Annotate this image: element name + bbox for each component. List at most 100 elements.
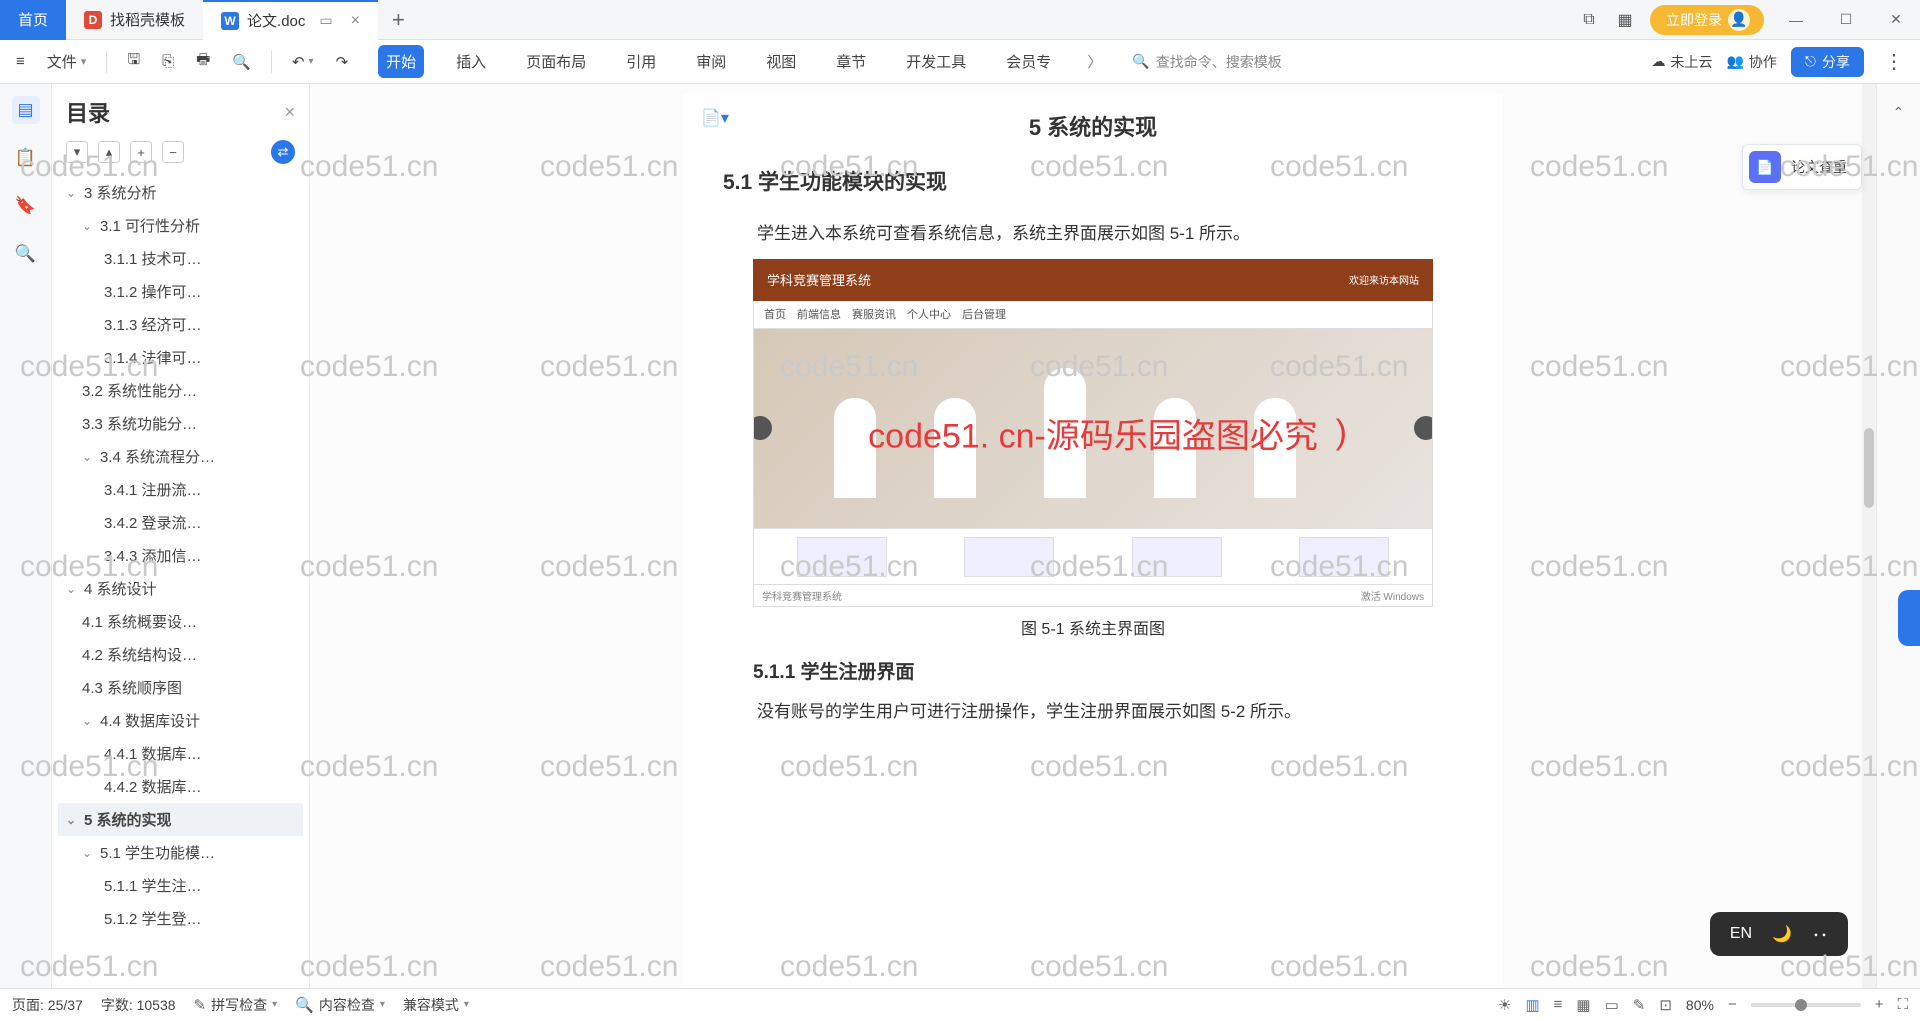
view-page-icon[interactable]: ▥ [1525,996,1539,1014]
outline-item[interactable]: ⌄3.4 系统流程分… [58,440,303,473]
window-close[interactable]: ✕ [1878,2,1914,38]
figure-5-1: 学科竞赛管理系统 欢迎来访本网站 首页 前端信息 赛服资讯 个人中心 后台管理 … [753,259,1433,607]
coop-button[interactable]: 👥协作 [1726,52,1776,72]
preview-icon[interactable]: 🔍 [226,49,257,75]
layout-icon[interactable]: ⧉ [1578,9,1600,31]
view-web-icon[interactable]: ▦ [1576,996,1590,1014]
vertical-scrollbar[interactable] [1862,84,1876,988]
outline-icon[interactable]: ▤ [12,96,40,124]
outline-item[interactable]: 3.2 系统性能分… [58,374,303,407]
apps-icon[interactable]: ▦ [1614,9,1636,31]
zoom-value[interactable]: 80% [1686,997,1714,1013]
ribbon-search[interactable]: 🔍 查找命令、搜索模板 [1132,52,1281,72]
tab-member[interactable]: 会员专 [998,45,1059,78]
redo-icon[interactable]: ↷ [330,49,355,75]
save-as-icon[interactable]: ⎘ [156,49,180,74]
outline-item[interactable]: 3.4.1 注册流… [58,473,303,506]
cloud-status[interactable]: ☁未上云 [1651,52,1712,72]
tabs-next-icon[interactable]: 〉 [1083,51,1106,72]
outline-item-label: 4.1 系统概要设… [82,611,197,632]
tab-close-icon[interactable]: × [351,12,360,30]
menu-toggle[interactable]: ≡ [10,49,31,74]
collapse-icon[interactable]: ⌃ [1885,98,1913,126]
outline-item[interactable]: 3.1.4 法律可… [58,341,303,374]
outline-item[interactable]: 4.4.2 数据库… [58,770,303,803]
chevron-icon: ⌄ [82,450,98,464]
tab-chapter[interactable]: 章节 [828,45,874,78]
outline-item[interactable]: ⌄4.4 数据库设计 [58,704,303,737]
print-icon[interactable]: 🖶 [190,45,216,78]
clipboard-icon[interactable]: 📋 [12,144,40,172]
file-menu[interactable]: 文件 ▾ [41,47,93,76]
outline-item[interactable]: 3.3 系统功能分… [58,407,303,440]
zoom-out-icon[interactable]: − [1728,996,1737,1013]
view-draft-icon[interactable]: ✎ [1633,996,1646,1014]
outline-item[interactable]: 3.1.2 操作可… [58,275,303,308]
heading-5-1: 5.1 学生功能模块的实现 [723,166,1463,196]
outline-item[interactable]: 4.4.1 数据库… [58,737,303,770]
outline-item[interactable]: ⌄5.1 学生功能模… [58,836,303,869]
tab-template[interactable]: D 找稻壳模板 [66,0,203,40]
ime-indicator[interactable]: EN 🌙 ･･ [1710,912,1848,956]
coop-icon: 👥 [1726,53,1743,70]
outline-item[interactable]: 4.2 系统结构设… [58,638,303,671]
tab-start[interactable]: 开始 [378,45,424,78]
more-icon[interactable]: ⋮ [1878,49,1910,74]
view-outline-icon[interactable]: ≡ [1554,996,1563,1013]
tab-devtools[interactable]: 开发工具 [898,45,974,78]
save-icon[interactable]: 🖫 [121,45,146,78]
page-tool-icon[interactable]: 📄▾ [701,108,729,128]
plagiarism-check-card[interactable]: 📄 论文查重 [1742,144,1862,190]
outline-item[interactable]: 5.1.1 学生注… [58,869,303,902]
add-heading-icon[interactable]: + [130,141,152,163]
expand-all-icon[interactable]: ▴ [98,141,120,163]
fullscreen-icon[interactable]: ⛶ [1897,996,1908,1013]
outline-item[interactable]: 4.1 系统概要设… [58,605,303,638]
content-check[interactable]: 🔍内容检查 ▾ [295,995,385,1015]
tab-window-icon[interactable]: ▭ [319,12,332,29]
search-panel-icon[interactable]: 🔍 [12,240,40,268]
share-button[interactable]: ⎋分享 [1791,47,1864,77]
view-read-icon[interactable]: ▭ [1605,996,1619,1014]
spell-check[interactable]: ✎拼写检查 ▾ [194,995,278,1015]
zoom-in-icon[interactable]: + [1875,996,1884,1013]
word-count[interactable]: 字数: 10538 [101,995,176,1015]
undo-icon[interactable]: ↶ ▾ [286,49,320,75]
outline-item[interactable]: 5.1.2 学生登… [58,902,303,935]
outline-item[interactable]: 3.1.1 技术可… [58,242,303,275]
tab-document[interactable]: W 论文.doc ▭ × [203,0,378,40]
outline-close-icon[interactable]: × [284,102,295,123]
login-button[interactable]: 立即登录 👤 [1650,5,1764,35]
document-area[interactable]: 📄▾ 5 系统的实现 5.1 学生功能模块的实现 学生进入本系统可查看系统信息，… [310,84,1876,988]
zoom-slider[interactable] [1751,1003,1861,1007]
tab-reference[interactable]: 引用 [618,45,664,78]
tab-review[interactable]: 审阅 [688,45,734,78]
outline-item[interactable]: 3.4.3 添加信… [58,539,303,572]
window-maximize[interactable]: ☐ [1828,2,1864,38]
collapse-all-icon[interactable]: ▾ [66,141,88,163]
sync-icon[interactable]: ⇄ [271,140,295,164]
page-indicator[interactable]: 页面: 25/37 [12,995,83,1015]
chevron-icon: ⌄ [82,846,98,860]
add-tab-button[interactable]: + [378,7,419,33]
tab-layout[interactable]: 页面布局 [518,45,594,78]
outline-item[interactable]: 3.1.3 经济可… [58,308,303,341]
window-minimize[interactable]: — [1778,2,1814,38]
content-icon: 🔍 [295,996,314,1014]
outline-item[interactable]: ⌄3.1 可行性分析 [58,209,303,242]
tab-view[interactable]: 视图 [758,45,804,78]
title-bar: 首页 D 找稻壳模板 W 论文.doc ▭ × + ⧉ ▦ 立即登录 👤 — ☐… [0,0,1920,40]
outline-item[interactable]: ⌄4 系统设计 [58,572,303,605]
bookmark-icon[interactable]: 🔖 [12,192,40,220]
tab-home[interactable]: 首页 [0,0,66,40]
outline-item[interactable]: 3.4.2 登录流… [58,506,303,539]
outline-item[interactable]: ⌄5 系统的实现 [58,803,303,836]
outline-item[interactable]: ⌄3 系统分析 [58,176,303,209]
brightness-icon[interactable]: ☀ [1498,996,1511,1014]
compat-mode[interactable]: 兼容模式 ▾ [403,995,469,1015]
tab-insert[interactable]: 插入 [448,45,494,78]
outline-item[interactable]: 4.3 系统顺序图 [58,671,303,704]
zoom-fit-icon[interactable]: ⊡ [1659,996,1672,1014]
remove-heading-icon[interactable]: − [162,141,184,163]
right-drawer-tab[interactable] [1898,590,1920,646]
